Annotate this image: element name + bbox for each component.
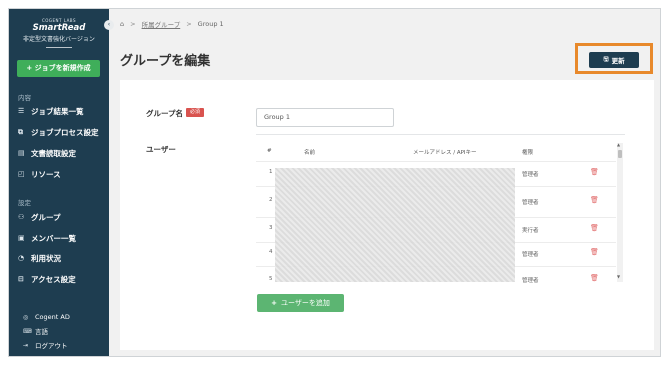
plus-icon: + (271, 299, 277, 307)
row-number: 3 (269, 225, 273, 231)
table-scrollbar[interactable] (617, 143, 623, 282)
new-job-button[interactable]: + ジョブを新規作成 (17, 60, 100, 77)
sidebar-item-label: ジョブ結果一覧 (31, 106, 84, 116)
page-title: グループを編集 (120, 54, 211, 69)
language-label: 言語 (35, 328, 48, 336)
logo-product: SmartRead (32, 23, 86, 33)
row-role: 管理者 (522, 252, 539, 258)
row-number: 2 (269, 197, 273, 203)
save-icon: 🖫 (603, 56, 609, 63)
sidebar-item-label: 文書読取設定 (31, 148, 76, 158)
trash-icon[interactable]: 🗑 (590, 196, 599, 204)
access-icon: ⊟ (18, 275, 24, 283)
trash-icon[interactable]: 🗑 (590, 224, 599, 232)
sidebar-item-groups[interactable]: ⚇ グループ (18, 211, 61, 223)
sidebar-item-members[interactable]: ▣ メンバー一覧 (18, 232, 76, 244)
required-badge: 必須 (186, 108, 205, 117)
sidebar-item-label: メンバー一覧 (31, 233, 76, 243)
sidebar-item-label: アクセス設定 (31, 274, 76, 284)
breadcrumb-parent-link[interactable]: 所属グループ (142, 19, 181, 29)
row-role: 管理者 (522, 172, 539, 178)
sidebar-item-job-process[interactable]: ⧉ ジョブプロセス設定 (18, 126, 99, 138)
col-header-name: 名前 (304, 150, 316, 156)
language-menu[interactable]: ⌨ 言語 (23, 326, 48, 337)
logout-link[interactable]: ⇥ ログアウト (23, 340, 68, 351)
sidebar-item-resources[interactable]: ◰ リソース (18, 168, 61, 180)
list-icon: ☰ (18, 107, 25, 115)
col-header-email: メールアドレス / APIキー (413, 150, 477, 156)
breadcrumb: ⌂ > 所属グループ > Group 1 (120, 19, 224, 29)
member-icon: ▣ (18, 234, 25, 242)
home-icon[interactable]: ⌂ (120, 20, 124, 28)
form-divider (256, 134, 625, 135)
row-number: 4 (269, 249, 273, 255)
row-role: 実行者 (522, 228, 539, 234)
add-user-label: ユーザーを追加 (281, 299, 330, 307)
logo-divider (46, 47, 72, 48)
logout-icon: ⇥ (23, 341, 29, 349)
scroll-up-arrow[interactable]: ▲ (617, 142, 620, 147)
trash-icon[interactable]: 🗑 (590, 248, 599, 256)
usage-icon: ◔ (18, 254, 25, 262)
update-button[interactable]: 🖫 更新 (589, 52, 639, 68)
section-content-title: 内容 (18, 94, 31, 102)
breadcrumb-separator: > (186, 20, 192, 28)
collapse-sidebar-button[interactable]: ‹ (104, 20, 114, 30)
users-label: ユーザー (146, 145, 176, 154)
sidebar-item-usage[interactable]: ◔ 利用状況 (18, 252, 61, 264)
group-icon: ⚇ (18, 213, 25, 221)
logo-subtitle: 非定型文書強化バージョン (23, 36, 95, 43)
row-role: 管理者 (522, 200, 539, 206)
sidebar-item-label: ジョブプロセス設定 (31, 127, 99, 137)
section-settings-title: 設定 (18, 199, 31, 207)
user-icon: ◎ (23, 313, 29, 321)
row-number: 5 (269, 276, 273, 282)
redacted-user-info (275, 168, 515, 282)
group-name-input[interactable]: Group 1 (256, 108, 394, 127)
users-table: # 名前 メールアドレス / APIキー 権限 1 管理者 🗑 2 管理者 🗑 … (256, 141, 625, 284)
sidebar: COGENT LABS SmartRead 非定型文書強化バージョン + ジョブ… (9, 9, 109, 356)
col-header-role: 権限 (522, 150, 534, 156)
row-number: 1 (269, 169, 273, 175)
resource-icon: ◰ (18, 170, 25, 178)
scroll-down-arrow[interactable]: ▼ (617, 274, 620, 279)
document-icon: ▤ (18, 149, 25, 157)
process-icon: ⧉ (18, 127, 23, 136)
group-name-label: グループ名 (146, 109, 184, 118)
header-divider (256, 161, 616, 162)
sidebar-item-label: グループ (31, 212, 61, 222)
col-header-num: # (267, 148, 272, 154)
breadcrumb-current: Group 1 (197, 20, 224, 28)
sidebar-item-label: 利用状況 (31, 253, 61, 263)
update-button-label: 更新 (611, 57, 625, 65)
account-org[interactable]: ◎ Cogent AD (23, 312, 70, 322)
app-window: COGENT LABS SmartRead 非定型文書強化バージョン + ジョブ… (8, 8, 661, 357)
scrollbar-thumb[interactable] (618, 150, 622, 158)
breadcrumb-separator: > (130, 20, 136, 28)
language-icon: ⌨ (23, 327, 32, 335)
trash-icon[interactable]: 🗑 (590, 274, 599, 282)
logout-label: ログアウト (35, 342, 68, 350)
add-user-button[interactable]: + ユーザーを追加 (257, 294, 344, 312)
org-name: Cogent AD (35, 313, 70, 321)
sidebar-item-job-results[interactable]: ☰ ジョブ結果一覧 (18, 105, 84, 117)
sidebar-item-label: リソース (31, 169, 61, 179)
sidebar-item-document-reading[interactable]: ▤ 文書読取設定 (18, 147, 76, 159)
row-role: 管理者 (522, 278, 539, 284)
trash-icon[interactable]: 🗑 (590, 168, 599, 176)
sidebar-item-access[interactable]: ⊟ アクセス設定 (18, 273, 76, 285)
